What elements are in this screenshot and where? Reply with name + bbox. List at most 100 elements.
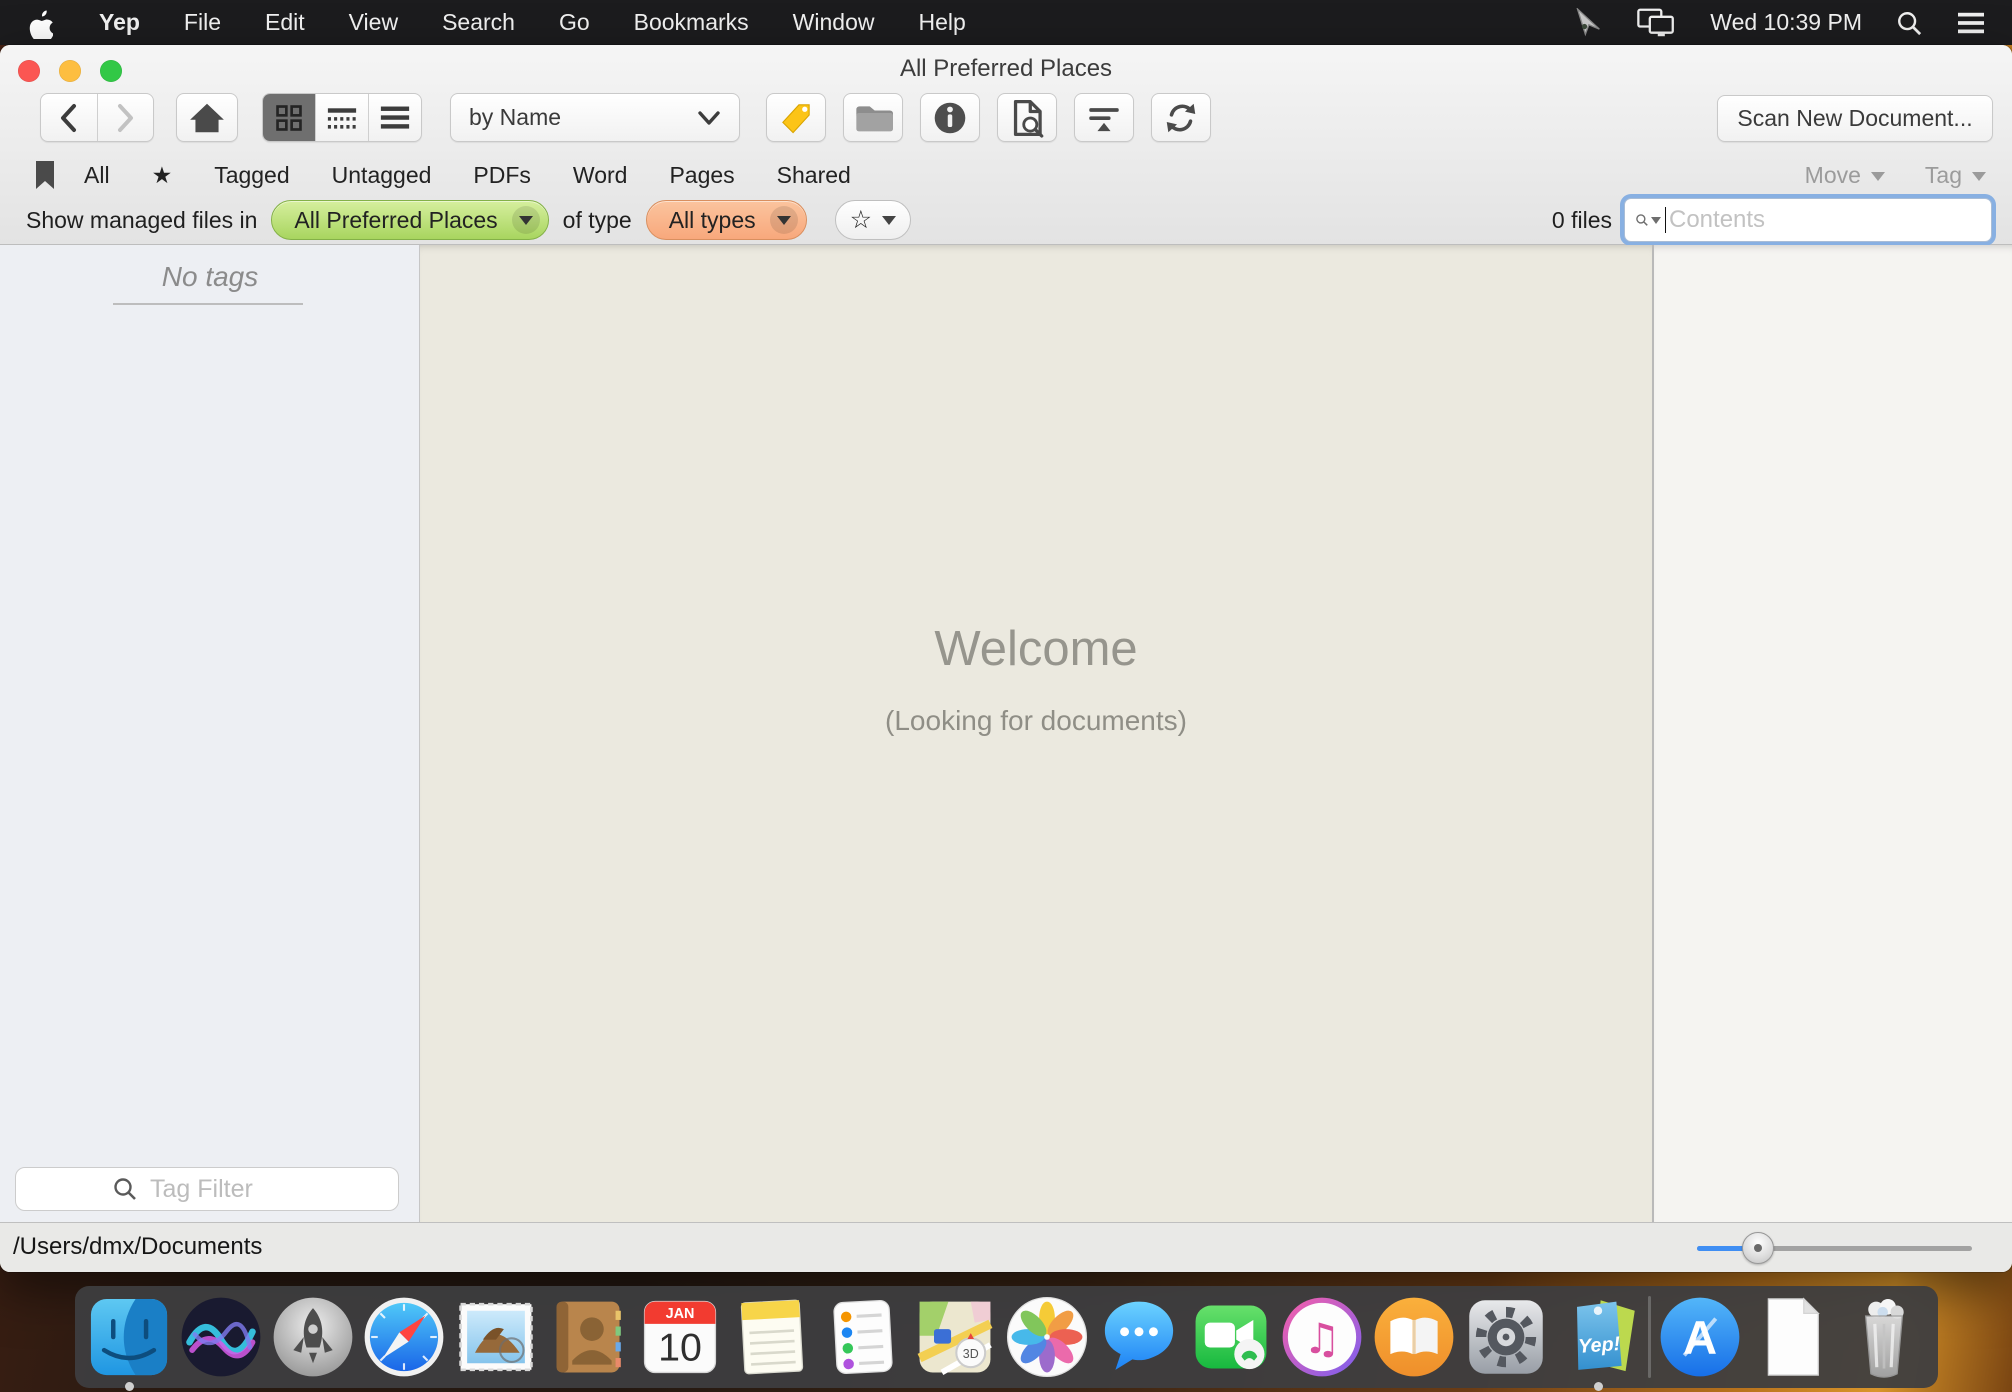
scan-new-document-button[interactable]: Scan New Document... bbox=[1717, 95, 1993, 142]
forward-button[interactable] bbox=[97, 94, 154, 141]
notes-icon bbox=[730, 1295, 814, 1379]
filter-tagged[interactable]: Tagged bbox=[214, 162, 289, 189]
tag-icon bbox=[777, 99, 815, 137]
slider-knob[interactable] bbox=[1742, 1232, 1774, 1264]
notification-center-icon[interactable] bbox=[1956, 10, 1986, 36]
info-button[interactable] bbox=[920, 93, 980, 142]
dock-icon-app-store[interactable]: A bbox=[1658, 1295, 1742, 1379]
view-mode-segmented-control bbox=[262, 93, 422, 142]
place-filter-dropdown[interactable]: All Preferred Places bbox=[271, 200, 548, 240]
triangle-down-icon bbox=[770, 206, 798, 234]
filter-word[interactable]: Word bbox=[573, 162, 628, 189]
running-indicator bbox=[125, 1382, 134, 1391]
yep-window: All Preferred Places bbox=[0, 45, 2012, 1272]
dock-icon-contacts[interactable] bbox=[546, 1295, 630, 1379]
content-search-field[interactable] bbox=[1624, 198, 1992, 242]
move-menu-button[interactable]: Move bbox=[1805, 162, 1885, 189]
dock-icon-document[interactable] bbox=[1750, 1295, 1834, 1379]
launchpad-icon bbox=[271, 1295, 355, 1379]
ibooks-icon bbox=[1372, 1295, 1456, 1379]
content-search-input[interactable] bbox=[1667, 205, 1981, 235]
menu-item-view[interactable]: View bbox=[327, 9, 420, 36]
dock-icon-messages[interactable] bbox=[1097, 1295, 1181, 1379]
dock: JAN 10 bbox=[75, 1286, 1938, 1388]
window-body: No tags Welcome (Looking for documents) bbox=[0, 245, 2012, 1222]
search-options-chevron-icon[interactable] bbox=[1651, 217, 1661, 224]
refresh-icon bbox=[1162, 99, 1200, 137]
documents-pane: Welcome (Looking for documents) bbox=[420, 245, 1652, 1222]
scan-new-document-label: Scan New Document... bbox=[1737, 105, 1972, 132]
dock-icon-safari[interactable] bbox=[362, 1295, 446, 1379]
yep-label: Yep! bbox=[1577, 1333, 1621, 1358]
spotlight-icon[interactable] bbox=[1896, 10, 1922, 36]
finder-icon bbox=[87, 1295, 171, 1379]
dock-icon-itunes[interactable]: ♫ bbox=[1280, 1295, 1364, 1379]
filter-starred[interactable]: ★ bbox=[152, 162, 173, 189]
menu-item-window[interactable]: Window bbox=[771, 9, 897, 36]
dock-icon-photos[interactable] bbox=[1005, 1295, 1089, 1379]
quick-look-button[interactable] bbox=[997, 93, 1057, 142]
menu-item-help[interactable]: Help bbox=[896, 9, 987, 36]
pointer-status-icon[interactable] bbox=[1574, 8, 1602, 38]
dock-icon-maps[interactable]: 3D bbox=[913, 1295, 997, 1379]
dock-icon-yep[interactable]: Yep! bbox=[1556, 1295, 1640, 1379]
bookmark-filter-button[interactable] bbox=[34, 160, 56, 190]
contacts-icon bbox=[546, 1295, 630, 1379]
filter-all[interactable]: All bbox=[84, 162, 110, 189]
filter-untagged[interactable]: Untagged bbox=[332, 162, 432, 189]
type-filter-dropdown[interactable]: All types bbox=[646, 200, 807, 240]
menu-item-bookmarks[interactable]: Bookmarks bbox=[612, 9, 771, 36]
running-indicator bbox=[1594, 1382, 1603, 1391]
tag-label: Tag bbox=[1925, 162, 1962, 188]
reminders-icon bbox=[821, 1295, 905, 1379]
triangle-down-icon bbox=[882, 216, 896, 225]
search-icon bbox=[112, 1176, 138, 1202]
star-outline-icon: ☆ bbox=[850, 205, 872, 235]
dock-icon-system-preferences[interactable] bbox=[1464, 1295, 1548, 1379]
back-button[interactable] bbox=[41, 94, 97, 141]
menu-item-edit[interactable]: Edit bbox=[243, 9, 327, 36]
apple-icon bbox=[26, 7, 53, 39]
list-view-button[interactable] bbox=[315, 94, 368, 141]
dock-icon-facetime[interactable] bbox=[1189, 1295, 1273, 1379]
apple-menu[interactable] bbox=[26, 7, 53, 39]
arrange-button[interactable] bbox=[1074, 93, 1134, 142]
chevron-left-icon bbox=[58, 103, 80, 133]
filter-pages[interactable]: Pages bbox=[669, 162, 734, 189]
tag-filter-field[interactable] bbox=[15, 1167, 399, 1211]
reveal-in-folder-button[interactable] bbox=[843, 93, 903, 142]
menu-item-search[interactable]: Search bbox=[420, 9, 537, 36]
home-button[interactable] bbox=[176, 93, 238, 142]
tag-filter-input[interactable] bbox=[148, 1174, 302, 1205]
dock-icon-finder[interactable] bbox=[87, 1295, 171, 1379]
text-caret bbox=[1665, 207, 1666, 233]
dock-icon-mail[interactable] bbox=[454, 1295, 538, 1379]
dock-icon-launchpad[interactable] bbox=[271, 1295, 355, 1379]
scope-bar: Show managed files in All Preferred Plac… bbox=[0, 197, 2012, 243]
chevron-down-icon bbox=[697, 110, 721, 126]
dock-icon-reminders[interactable] bbox=[821, 1295, 905, 1379]
menu-bar-clock[interactable]: Wed 10:39 PM bbox=[1710, 9, 1862, 36]
menu-item-file[interactable]: File bbox=[162, 9, 243, 36]
menu-item-go[interactable]: Go bbox=[537, 9, 612, 36]
tag-button[interactable] bbox=[766, 93, 826, 142]
star-filter-dropdown[interactable]: ☆ bbox=[835, 200, 911, 240]
dock-icon-ibooks[interactable] bbox=[1372, 1295, 1456, 1379]
filter-pdfs[interactable]: PDFs bbox=[473, 162, 531, 189]
app-store-icon: A bbox=[1658, 1295, 1742, 1379]
refresh-button[interactable] bbox=[1151, 93, 1211, 142]
scope-prefix-label: Show managed files in bbox=[26, 207, 257, 234]
filter-shared[interactable]: Shared bbox=[777, 162, 851, 189]
welcome-title: Welcome bbox=[934, 621, 1137, 677]
displays-status-icon[interactable] bbox=[1636, 8, 1676, 38]
detail-view-icon bbox=[378, 103, 412, 133]
detail-view-button[interactable] bbox=[368, 94, 421, 141]
dock-icon-notes[interactable] bbox=[730, 1295, 814, 1379]
tag-menu-button[interactable]: Tag bbox=[1925, 162, 1986, 189]
grid-view-button[interactable] bbox=[263, 94, 315, 141]
menu-item-yep[interactable]: Yep bbox=[77, 9, 162, 36]
dock-icon-trash[interactable] bbox=[1842, 1295, 1926, 1379]
sort-select[interactable]: by Name bbox=[450, 93, 740, 142]
dock-icon-calendar[interactable]: JAN 10 bbox=[638, 1295, 722, 1379]
dock-icon-siri[interactable] bbox=[179, 1295, 263, 1379]
